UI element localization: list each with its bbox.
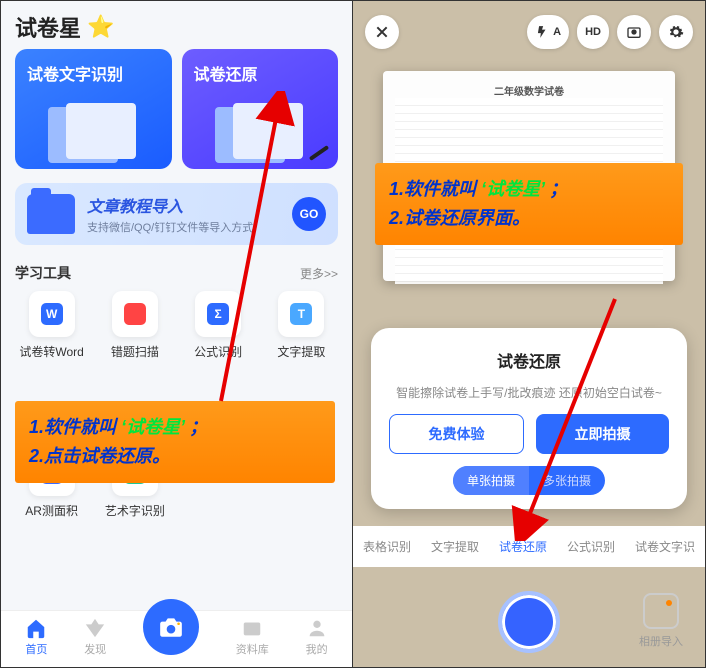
go-badge[interactable]: GO <box>292 197 326 231</box>
app-title-text: 试卷星 <box>15 11 81 43</box>
tool-wrong-scan[interactable]: 错题扫描 <box>98 291 171 360</box>
cat-restore[interactable]: 试卷还原 <box>499 538 547 555</box>
tool-text-extract[interactable]: T 文字提取 <box>265 291 338 360</box>
card-text-recognition[interactable]: 试卷文字识别 <box>15 49 172 169</box>
diamond-icon <box>84 617 106 639</box>
camera-button[interactable] <box>143 599 199 655</box>
nav-home[interactable]: 首页 <box>25 617 47 657</box>
annotation-right: 1.软件就叫 ‘试卷星’ ； 2.试卷还原界面。 <box>375 163 683 245</box>
sheet-title: 试卷还原 <box>497 348 561 372</box>
shoot-now-button[interactable]: 立即拍摄 <box>536 414 669 454</box>
gear-icon <box>668 24 684 40</box>
card-paper-restore[interactable]: 试卷还原 <box>182 49 339 169</box>
pill-multi[interactable]: 多张拍摄 <box>529 466 605 495</box>
user-icon <box>306 617 328 639</box>
tool-to-word[interactable]: W 试卷转Word <box>15 291 88 360</box>
nav-me[interactable]: 我的 <box>306 617 328 657</box>
tools-header: 学习工具 <box>15 263 71 283</box>
free-trial-button[interactable]: 免费体验 <box>389 414 524 454</box>
bottom-nav: 首页 发现 资料库 我的 <box>1 610 352 667</box>
category-strip: 表格识别 文字提取 试卷还原 公式识别 试卷文字识 <box>353 526 705 567</box>
shot-mode-toggle[interactable]: 单张拍摄 多张拍摄 <box>453 466 605 495</box>
annotation-left: 1.软件就叫 ‘试卷星’ ； 2.点击试卷还原。 <box>15 401 335 483</box>
cat-doc-text[interactable]: 试卷文字识 <box>635 538 695 555</box>
cat-text[interactable]: 文字提取 <box>431 538 479 555</box>
camera-toolbar: A HD <box>365 15 693 49</box>
nav-discover[interactable]: 发现 <box>84 617 106 657</box>
close-button[interactable] <box>365 15 399 49</box>
camera-icon <box>158 614 184 640</box>
folder-icon <box>27 194 75 234</box>
right-panel: A HD 二年级数学试卷 1.软件就叫 ‘试卷星’ ； 2.试卷还原界面。 试卷… <box>353 1 705 667</box>
album-icon <box>643 593 679 629</box>
shutter-button[interactable] <box>498 591 560 653</box>
card-label: 试卷文字识别 <box>27 67 123 84</box>
close-icon <box>374 24 390 40</box>
tutorial-banner[interactable]: 文章教程导入 支持微信/QQ/钉钉文件等导入方式 GO <box>15 183 338 245</box>
hd-toggle[interactable]: HD <box>577 15 609 49</box>
cat-formula[interactable]: 公式识别 <box>567 538 615 555</box>
left-panel: 试卷星 ⭐ 试卷文字识别 试卷还原 文章教程导入 支持微信/QQ/钉钉文件等导入… <box>1 1 353 667</box>
card-label: 试卷还原 <box>194 67 258 84</box>
action-sheet: 试卷还原 智能擦除试卷上手写/批改痕迹 还原初始空白试卷~ 免费体验 立即拍摄 … <box>371 328 687 509</box>
app-title: 试卷星 ⭐ <box>1 1 352 49</box>
tool-formula[interactable]: Σ 公式识别 <box>182 291 255 360</box>
home-icon <box>25 617 47 639</box>
pill-single[interactable]: 单张拍摄 <box>453 466 529 495</box>
camera-icon <box>626 24 642 40</box>
star-icon: ⭐ <box>87 14 114 40</box>
folder-icon <box>241 617 263 639</box>
flash-toggle[interactable]: A <box>527 15 569 49</box>
tutorial-subtitle: 支持微信/QQ/钉钉文件等导入方式 <box>87 219 253 235</box>
tutorial-title: 文章教程导入 <box>87 199 183 216</box>
camera-switch[interactable] <box>617 15 651 49</box>
sheet-subtitle: 智能擦除试卷上手写/批改痕迹 还原初始空白试卷~ <box>396 384 662 402</box>
nav-library[interactable]: 资料库 <box>236 617 269 657</box>
cat-table[interactable]: 表格识别 <box>363 538 411 555</box>
flash-icon <box>535 25 549 39</box>
album-import[interactable]: 相册导入 <box>639 593 683 649</box>
more-link[interactable]: 更多>> <box>300 265 338 282</box>
settings-button[interactable] <box>659 15 693 49</box>
